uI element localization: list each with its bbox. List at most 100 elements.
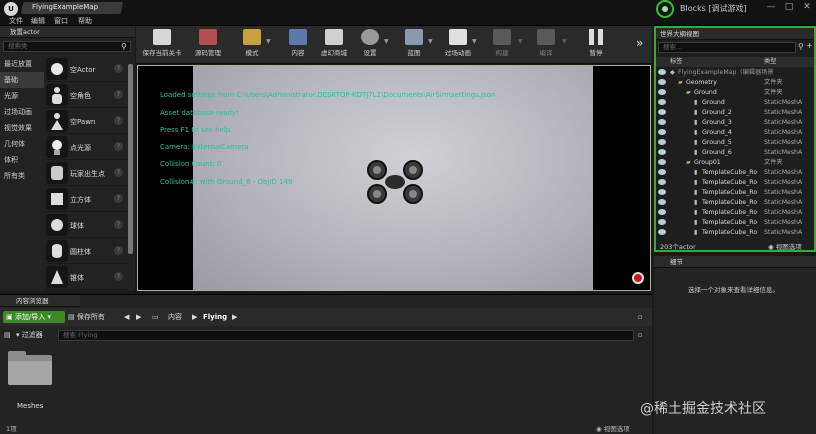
category-basic[interactable]: 基础 xyxy=(0,72,44,88)
actor-item-empty-pawn[interactable]: 空Pawn ? xyxy=(44,108,128,134)
unreal-logo-icon[interactable]: U xyxy=(4,2,18,16)
chevron-down-icon[interactable]: ▼ xyxy=(266,38,272,45)
outliner-search-input[interactable]: 搜索... xyxy=(658,42,796,53)
menu-window[interactable]: 窗口 xyxy=(54,16,68,26)
outliner-view-options-button[interactable]: ◉ 视图选项 xyxy=(768,241,802,251)
toolbar-more-button[interactable]: » xyxy=(636,36,643,50)
outliner-row[interactable]: ▮ TemplateCube_Ro StaticMeshA xyxy=(656,228,814,237)
actor-item-empty-actor[interactable]: 空Actor ? xyxy=(44,56,128,82)
chevron-down-icon[interactable]: ▼ xyxy=(428,38,434,45)
modes-button[interactable]: 模式 xyxy=(230,26,274,64)
help-icon[interactable]: ? xyxy=(114,272,123,281)
category-cinematic[interactable]: 过场动画 xyxy=(0,104,44,120)
outliner-row[interactable]: ▰ Geometry 文件夹 xyxy=(656,78,814,87)
help-icon[interactable]: ? xyxy=(114,220,123,229)
outliner-row[interactable]: ▮ TemplateCube_Ro StaticMeshA xyxy=(656,208,814,217)
sources-toggle-button[interactable]: ▤ xyxy=(4,329,11,341)
visibility-eye-icon[interactable] xyxy=(658,159,666,165)
help-icon[interactable]: ? xyxy=(114,64,123,73)
actor-item-point-light[interactable]: 点光源 ? xyxy=(44,134,128,160)
category-volumes[interactable]: 体积 xyxy=(0,152,44,168)
actor-item-player-start[interactable]: 玩家出生点 ? xyxy=(44,160,128,186)
menu-file[interactable]: 文件 xyxy=(9,16,23,26)
help-icon[interactable]: ? xyxy=(114,90,123,99)
world-outliner-tab[interactable]: 世界大纲视图 xyxy=(656,28,814,40)
visibility-eye-icon[interactable] xyxy=(658,69,666,75)
content-view-options-button[interactable]: ◉ 视图选项 xyxy=(596,423,630,433)
visibility-eye-icon[interactable] xyxy=(658,179,666,185)
chevron-down-icon[interactable]: ▼ xyxy=(562,38,568,45)
settings-button[interactable]: 设置 xyxy=(348,26,392,64)
outliner-row[interactable]: ▮ Ground_4 StaticMeshA xyxy=(656,128,814,137)
blueprints-button[interactable]: 蓝图 xyxy=(392,26,436,64)
pause-button[interactable]: 暂停 xyxy=(574,26,618,64)
actor-item-cylinder[interactable]: 圆柱体 ? xyxy=(44,238,128,264)
lock-icon[interactable]: ▫ xyxy=(638,311,643,323)
outliner-row[interactable]: ▮ TemplateCube_Ro StaticMeshA xyxy=(656,218,814,227)
visibility-eye-icon[interactable] xyxy=(658,189,666,195)
cinematics-button[interactable]: 过场动画 xyxy=(436,26,480,64)
category-geometry[interactable]: 几何体 xyxy=(0,136,44,152)
compile-button[interactable]: 编译 xyxy=(524,26,568,64)
build-button[interactable]: 构建 xyxy=(480,26,524,64)
save-current-level-button[interactable]: 保存当前关卡 xyxy=(138,26,186,64)
actor-search-input[interactable]: 搜索类 xyxy=(3,41,131,52)
visibility-eye-icon[interactable] xyxy=(658,209,666,215)
outliner-row[interactable]: ▰ Ground 文件夹 xyxy=(656,88,814,97)
folder-meshes[interactable] xyxy=(8,351,52,385)
visibility-eye-icon[interactable] xyxy=(658,139,666,145)
content-search-input[interactable]: 搜索 Flying xyxy=(58,330,634,341)
help-icon[interactable]: ? xyxy=(114,168,123,177)
column-label-header[interactable]: 标签 xyxy=(670,57,682,67)
help-icon[interactable]: ? xyxy=(114,116,123,125)
category-lights[interactable]: 光源 xyxy=(0,88,44,104)
close-button[interactable]: ✕ xyxy=(800,1,814,13)
chevron-down-icon[interactable]: ▼ xyxy=(384,38,390,45)
outliner-row[interactable]: ◆ FlyingExampleMap（编辑器场景 xyxy=(656,68,814,77)
details-tab[interactable]: 细节 xyxy=(654,256,816,268)
category-all-classes[interactable]: 所有类 xyxy=(0,168,44,184)
visibility-eye-icon[interactable] xyxy=(658,169,666,175)
history-back-button[interactable]: ◀ xyxy=(124,311,129,323)
visibility-eye-icon[interactable] xyxy=(658,149,666,155)
visibility-eye-icon[interactable] xyxy=(658,119,666,125)
visibility-eye-icon[interactable] xyxy=(658,219,666,225)
category-recent[interactable]: 最近放置 xyxy=(0,56,44,72)
help-icon[interactable]: ? xyxy=(114,246,123,255)
menu-edit[interactable]: 编辑 xyxy=(31,16,45,26)
chevron-down-icon[interactable]: ▼ xyxy=(472,38,478,45)
maximize-button[interactable]: □ xyxy=(782,1,796,13)
place-actors-tab[interactable]: 放置actor xyxy=(0,26,135,38)
record-icon[interactable] xyxy=(632,272,644,284)
add-icon[interactable]: + xyxy=(806,41,813,50)
visibility-eye-icon[interactable] xyxy=(658,79,666,85)
outliner-row[interactable]: ▮ TemplateCube_Ro StaticMeshA xyxy=(656,198,814,207)
visibility-eye-icon[interactable] xyxy=(658,109,666,115)
menu-help[interactable]: 帮助 xyxy=(78,16,92,26)
breadcrumb-current[interactable]: Flying xyxy=(203,311,227,323)
minimize-button[interactable]: — xyxy=(764,1,778,13)
source-control-button[interactable]: 源码管理 xyxy=(186,26,230,64)
save-all-button[interactable]: ▤ 保存所有 xyxy=(68,311,120,323)
visibility-eye-icon[interactable] xyxy=(658,99,666,105)
outliner-row[interactable]: ▮ Ground_3 StaticMeshA xyxy=(656,118,814,127)
breadcrumb-content[interactable]: 内容 xyxy=(168,311,182,323)
outliner-row[interactable]: ▮ TemplateCube_Ro StaticMeshA xyxy=(656,178,814,187)
outliner-row[interactable]: ▮ Ground_2 StaticMeshA xyxy=(656,108,814,117)
history-forward-button[interactable]: ▶ xyxy=(136,311,141,323)
outliner-row[interactable]: ▮ Ground_5 StaticMeshA xyxy=(656,138,814,147)
visibility-eye-icon[interactable] xyxy=(658,89,666,95)
actor-list-scrollbar[interactable] xyxy=(128,64,133,254)
actor-item-cube[interactable]: 立方体 ? xyxy=(44,186,128,212)
level-viewport[interactable]: Loaded settings from C:\Users\Administra… xyxy=(137,65,651,291)
visibility-eye-icon[interactable] xyxy=(658,229,666,235)
filters-button[interactable]: ▾ 过滤器 xyxy=(16,329,54,341)
save-search-icon[interactable]: ▫ xyxy=(638,329,643,341)
actor-item-empty-character[interactable]: 空角色 ? xyxy=(44,82,128,108)
visibility-eye-icon[interactable] xyxy=(658,199,666,205)
column-type-header[interactable]: 类型 xyxy=(764,57,776,67)
outliner-row[interactable]: ▰ Group01 文件夹 xyxy=(656,158,814,167)
outliner-row[interactable]: ▮ Ground_6 StaticMeshA xyxy=(656,148,814,157)
outliner-row[interactable]: ▮ TemplateCube_Ro StaticMeshA xyxy=(656,168,814,177)
outliner-row[interactable]: ▮ TemplateCube_Ro StaticMeshA xyxy=(656,188,814,197)
